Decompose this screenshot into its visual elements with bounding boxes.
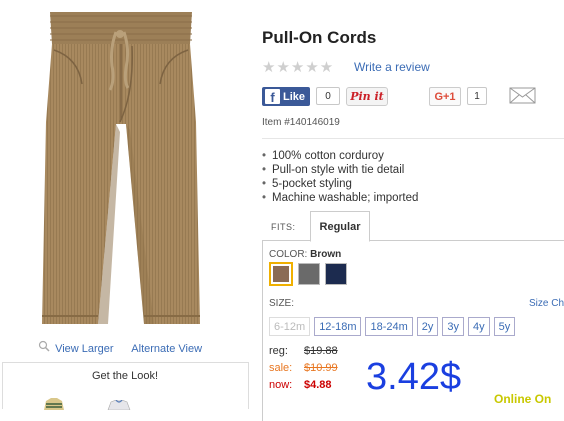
online-only-badge: Online On — [494, 392, 552, 406]
now-price: $4.88 — [304, 379, 332, 391]
color-label: COLOR: Brown — [269, 249, 341, 260]
feature-item: 5-pocket styling — [262, 177, 418, 191]
pin-it-button[interactable]: Pin it — [346, 87, 388, 106]
look-thumbnail-tee[interactable] — [104, 400, 134, 410]
like-label: Like — [283, 90, 306, 103]
image-links: View Larger Alternate View — [38, 340, 202, 355]
alternate-view-link[interactable]: Alternate View — [131, 343, 202, 355]
overlay-price: 3.42$ — [366, 356, 462, 398]
like-count: 0 — [316, 87, 340, 105]
google-plus-button[interactable]: G+1 — [429, 87, 461, 106]
swatch-navy[interactable] — [325, 263, 347, 285]
size-option-4y[interactable]: 4y — [468, 317, 490, 336]
size-option-18-24m[interactable]: 18-24m — [365, 317, 413, 336]
color-label-text: COLOR: — [269, 249, 308, 260]
fits-label: FITS: — [271, 222, 296, 232]
facebook-like-button[interactable]: f Like — [262, 87, 310, 106]
size-option-3y[interactable]: 3y — [442, 317, 465, 336]
size-option-6-12m: 6-12m — [269, 317, 311, 336]
rating-stars: ★★★★★ — [262, 59, 335, 76]
view-larger-link[interactable]: View Larger — [55, 343, 114, 355]
write-review-link[interactable]: Write a review — [354, 60, 430, 74]
sale-price: $10.99 — [304, 362, 338, 374]
divider — [262, 138, 564, 139]
size-option-5y[interactable]: 5y — [493, 317, 516, 336]
size-option-2y[interactable]: 2y — [416, 317, 439, 336]
size-option-12-18m[interactable]: 12-18m — [314, 317, 362, 336]
product-title: Pull-On Cords — [262, 28, 377, 47]
reg-price-label: reg: — [269, 345, 288, 357]
tab-regular[interactable]: Regular — [310, 211, 370, 242]
swatch-brown[interactable] — [269, 262, 293, 286]
swatch-gray[interactable] — [298, 263, 320, 285]
product-image[interactable] — [20, 2, 220, 334]
email-icon[interactable] — [509, 87, 536, 104]
facebook-icon: f — [265, 89, 280, 104]
feature-item: Machine washable; imported — [262, 191, 418, 205]
look-thumbnail-shirt[interactable] — [40, 398, 68, 410]
now-price-label: now: — [269, 379, 293, 391]
feature-list: 100% cotton corduroy Pull-on style with … — [262, 149, 418, 205]
feature-item: Pull-on style with tie detail — [262, 163, 418, 177]
selected-color-name: Brown — [310, 249, 342, 260]
magnifier-icon — [38, 340, 52, 355]
size-label: SIZE: — [269, 298, 295, 309]
reg-price: $19.88 — [304, 345, 338, 357]
item-number: Item #140146019 — [262, 117, 340, 128]
get-the-look-title: Get the Look! — [91, 370, 159, 382]
size-chart-link[interactable]: Size Ch — [529, 298, 564, 309]
gplus-count: 1 — [467, 87, 487, 105]
feature-item: 100% cotton corduroy — [262, 149, 418, 163]
sale-price-label: sale: — [269, 362, 293, 374]
size-options: 6-12m 12-18m 18-24m 2y 3y 4y 5y — [269, 317, 516, 336]
